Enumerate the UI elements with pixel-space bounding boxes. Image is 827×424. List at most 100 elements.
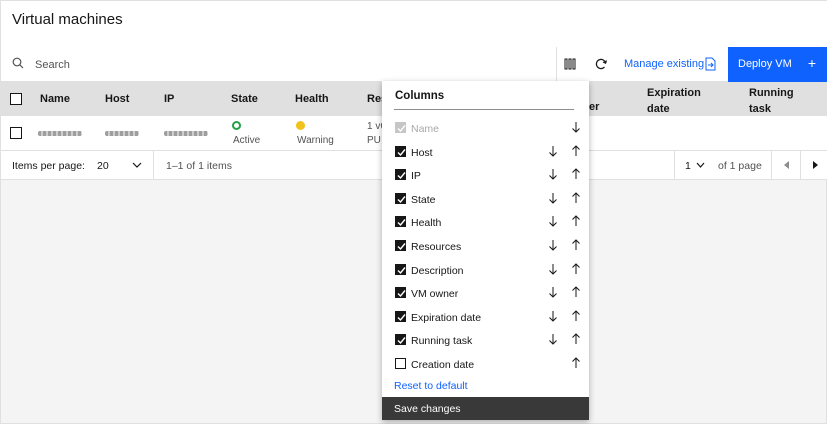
column-option[interactable]: Resources [394,239,581,257]
columns-popover: Columns Name Host IP State Health Resources De… [382,81,589,420]
save-changes-button[interactable]: Save changes [382,397,589,420]
header-state[interactable]: State [231,93,258,105]
column-settings-icon[interactable] [563,56,577,72]
column-label: Running task [411,335,473,348]
column-label: Expiration date [411,311,482,324]
refresh-icon[interactable] [594,57,608,71]
redacted-ip [164,131,208,136]
move-up-icon[interactable] [571,192,581,207]
move-down-icon[interactable] [548,333,558,348]
column-checkbox[interactable] [395,240,406,251]
column-option[interactable]: Running task [394,333,581,351]
chevron-down-icon[interactable] [696,162,705,169]
column-checkbox[interactable] [395,263,406,275]
column-checkbox[interactable] [395,145,406,157]
of-pages-text: of 1 page [718,160,762,172]
column-option[interactable]: Creation date [394,357,581,375]
column-option[interactable]: Expiration date [394,310,581,328]
column-checkbox[interactable] [395,169,406,181]
header-vm-owner[interactable]: er [589,101,599,113]
items-per-page-label: Items per page: [12,160,85,172]
move-down-icon[interactable] [548,310,558,325]
move-up-icon[interactable] [571,144,581,160]
header-running-line2: task [749,103,772,115]
select-all-checkbox[interactable] [10,93,22,105]
header-expiration-line2: date [647,103,670,115]
manage-existing-button[interactable]: Manage existing [624,58,704,70]
header-running-line1: Running [749,87,794,99]
pager-divider [800,151,801,180]
move-down-icon[interactable] [548,145,558,160]
page-select[interactable]: 1 [685,160,691,172]
search-input[interactable] [27,52,327,78]
save-changes-label: Save changes [394,403,461,415]
move-down-icon[interactable] [571,121,581,136]
column-option[interactable]: Description [394,262,581,281]
column-checkbox[interactable] [395,192,406,204]
popover-divider [394,109,574,110]
reset-to-default-link[interactable]: Reset to default [394,380,468,392]
move-up-icon[interactable] [571,215,581,230]
column-checkbox[interactable] [395,310,406,322]
column-checkbox[interactable] [395,287,406,299]
range-text: 1–1 of 1 items [166,160,232,172]
column-checkbox[interactable] [395,358,406,369]
deploy-vm-label: Deploy VM [738,58,792,70]
column-label: Creation date [411,359,475,371]
pager-divider [153,151,154,180]
column-option[interactable]: IP [394,168,581,186]
move-up-icon[interactable] [571,168,581,183]
page: Virtual machines Manage existing Deploy … [0,0,827,424]
warning-status-icon [296,121,305,130]
pager-divider [674,151,675,180]
move-up-icon[interactable] [571,239,581,254]
state-value: Active [233,135,261,146]
move-up-icon[interactable] [571,310,581,325]
header-running-task[interactable]: Running task [749,85,794,117]
items-per-page-select[interactable]: 20 [97,160,109,172]
toolbar-divider [556,47,557,82]
header-health[interactable]: Health [295,93,329,105]
column-label: IP [411,170,421,183]
chevron-down-icon[interactable] [132,162,142,169]
column-checkbox[interactable] [395,334,406,346]
header-ip[interactable]: IP [164,93,174,105]
column-label: Name [411,123,440,135]
active-status-icon [232,121,241,130]
column-option[interactable]: VM owner [394,286,581,304]
health-value: Warning [297,135,334,146]
move-down-icon[interactable] [548,263,558,278]
deploy-vm-button[interactable]: Deploy VM + [728,47,827,82]
popover-title: Columns [395,90,445,102]
move-down-icon[interactable] [548,286,558,301]
column-checkbox [395,122,406,133]
move-down-icon[interactable] [548,192,558,207]
column-label: State [411,193,436,206]
column-option[interactable]: State [394,192,581,210]
header-host[interactable]: Host [105,93,129,105]
column-option[interactable]: Host [394,144,581,163]
move-up-icon[interactable] [571,357,581,372]
header-expiration-date[interactable]: Expiration date [647,85,701,117]
move-down-icon[interactable] [548,168,558,183]
move-up-icon[interactable] [571,333,581,348]
move-down-icon[interactable] [548,239,558,254]
column-label: Resources [411,241,462,253]
move-up-icon[interactable] [571,262,581,278]
row-checkbox[interactable] [10,127,22,139]
header-name[interactable]: Name [40,93,70,105]
header-expiration-line1: Expiration [647,87,701,99]
move-down-icon[interactable] [548,215,558,230]
column-option[interactable]: Health [394,215,581,233]
previous-page-icon[interactable] [784,161,790,169]
title-bar: Virtual machines [1,1,827,47]
column-label: VM owner [411,288,459,301]
column-checkbox[interactable] [395,216,406,228]
column-option[interactable]: Name [394,121,581,139]
resources-value-line2: PU [367,135,381,146]
toolbar: Manage existing Deploy VM + [1,47,827,82]
search-icon [12,57,24,69]
move-up-icon[interactable] [571,286,581,301]
next-page-icon[interactable] [813,161,819,169]
page-title: Virtual machines [12,11,123,28]
